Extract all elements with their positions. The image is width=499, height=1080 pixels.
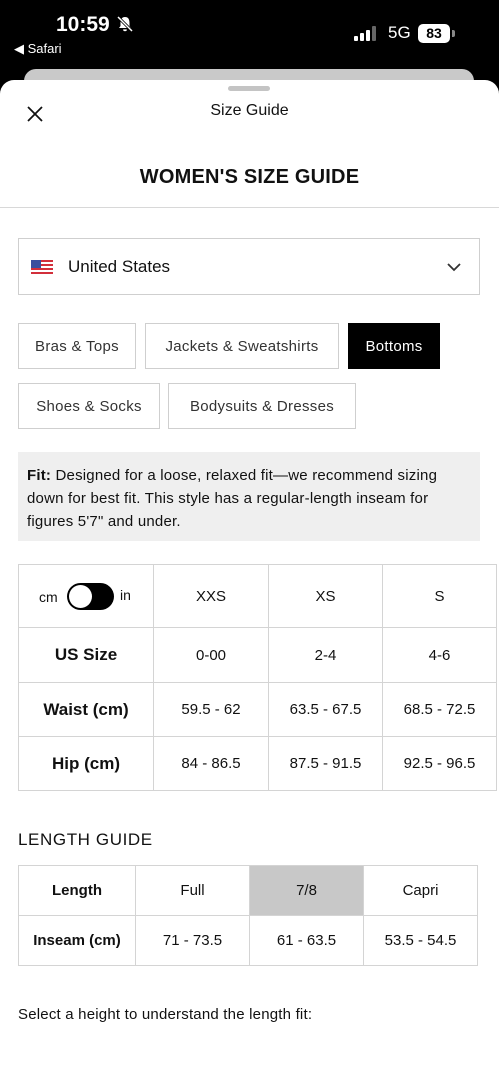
table-row: Waist (cm) 59.5 - 62 63.5 - 67.5 68.5 - … <box>18 682 497 737</box>
us-flag-icon <box>31 260 53 274</box>
row-header: Waist (cm) <box>18 682 154 737</box>
table-cell: 63.5 - 67.5 <box>268 682 383 737</box>
table-cell: 0-00 <box>153 627 269 683</box>
status-bar: 10:59 ◀ Safari 5G 83 <box>0 0 499 68</box>
unit-toggle-cell: cm in <box>18 564 154 628</box>
length-option-capri[interactable]: Capri <box>363 865 478 916</box>
table-cell: 92.5 - 96.5 <box>382 736 497 791</box>
row-header: Inseam (cm) <box>18 915 136 966</box>
network-type: 5G <box>388 23 411 42</box>
tab-label: Shoes & Socks <box>36 397 142 415</box>
size-table: cm in XXS XS S US Size 0-00 2-4 4-6 Wais… <box>18 564 497 791</box>
country-select-value: United States <box>68 257 171 276</box>
height-prompt: Select a height to understand the length… <box>18 1006 313 1023</box>
table-cell: 53.5 - 54.5 <box>363 915 478 966</box>
tab-label: Bottoms <box>365 337 423 355</box>
table-cell: 68.5 - 72.5 <box>382 682 497 737</box>
fit-text: Designed for a loose, relaxed fit—we rec… <box>27 467 438 530</box>
tab-label: Jackets & Sweatshirts <box>165 337 319 355</box>
tab-shoes-socks[interactable]: Shoes & Socks <box>18 383 160 429</box>
size-guide-sheet: Size Guide WOMEN'S SIZE GUIDE United Sta… <box>0 80 499 1080</box>
back-to-safari-link[interactable]: ◀ Safari <box>14 41 62 57</box>
length-option-7-8[interactable]: 7/8 <box>249 865 364 916</box>
length-option-full[interactable]: Full <box>135 865 250 916</box>
row-header: Length <box>18 865 136 916</box>
sheet-grabber[interactable] <box>228 86 270 91</box>
table-row: Hip (cm) 84 - 86.5 87.5 - 91.5 92.5 - 96… <box>18 736 497 791</box>
unit-cm-label: cm <box>39 589 58 605</box>
clock: 10:59 <box>56 13 110 36</box>
row-header: US Size <box>18 627 154 683</box>
fit-note: Fit: Designed for a loose, relaxed fit—w… <box>18 452 480 541</box>
tab-bottoms[interactable]: Bottoms <box>348 323 440 369</box>
table-cell: 71 - 73.5 <box>135 915 250 966</box>
country-select[interactable]: United States <box>18 238 480 295</box>
chevron-down-icon <box>447 263 461 272</box>
table-cell: 2-4 <box>268 627 383 683</box>
page-title: WOMEN'S SIZE GUIDE <box>139 166 360 188</box>
table-cell: 61 - 63.5 <box>249 915 364 966</box>
table-cell: 4-6 <box>382 627 497 683</box>
table-row: US Size 0-00 2-4 4-6 <box>18 627 497 683</box>
size-column-header: XXS <box>153 564 269 628</box>
tab-jackets-sweatshirts[interactable]: Jackets & Sweatshirts <box>145 323 339 369</box>
size-column-header: XS <box>268 564 383 628</box>
length-table: Length Full 7/8 Capri Inseam (cm) 71 - 7… <box>18 865 478 966</box>
divider <box>0 207 499 208</box>
bell-muted-icon <box>116 15 134 33</box>
length-guide-heading: LENGTH GUIDE <box>18 830 153 849</box>
table-cell: 87.5 - 91.5 <box>268 736 383 791</box>
toggle-knob <box>69 585 92 608</box>
table-row: Inseam (cm) 71 - 73.5 61 - 63.5 53.5 - 5… <box>18 915 478 966</box>
row-header: Hip (cm) <box>18 736 154 791</box>
tab-bras-tops[interactable]: Bras & Tops <box>18 323 136 369</box>
battery-icon: 83 <box>418 24 450 43</box>
table-cell: 84 - 86.5 <box>153 736 269 791</box>
table-cell: 59.5 - 62 <box>153 682 269 737</box>
size-column-header: S <box>382 564 497 628</box>
sheet-title: Size Guide <box>210 102 289 119</box>
tab-label: Bras & Tops <box>35 337 119 355</box>
battery-tip <box>452 30 455 37</box>
tab-label: Bodysuits & Dresses <box>189 397 335 415</box>
fit-label: Fit: <box>27 467 52 484</box>
length-header-row: Length Full 7/8 Capri <box>18 865 478 916</box>
unit-in-label: in <box>120 587 131 603</box>
tab-bodysuits-dresses[interactable]: Bodysuits & Dresses <box>168 383 356 429</box>
size-table-header-row: cm in XXS XS S <box>18 564 497 628</box>
unit-toggle[interactable] <box>67 583 114 610</box>
